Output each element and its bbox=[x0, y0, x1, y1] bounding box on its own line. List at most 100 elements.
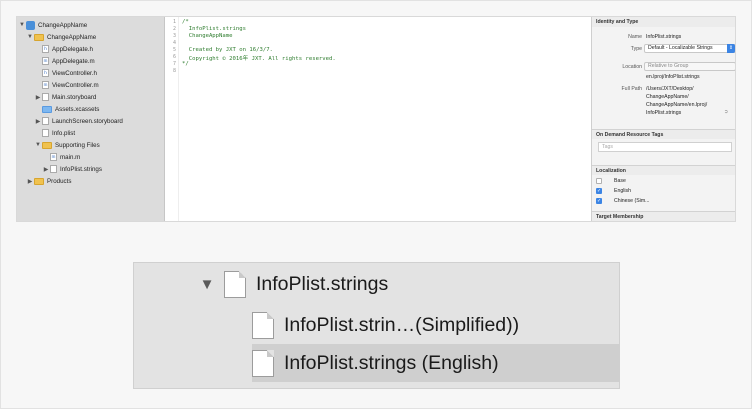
source-editor[interactable]: 1 2 3 4 5 6 7 8 /* InfoPlist.strings Cha… bbox=[165, 17, 591, 221]
nav-item-project[interactable]: ▼ ChangeAppName bbox=[19, 19, 87, 31]
localization-label: Chinese (Sim... bbox=[614, 198, 650, 204]
nav-item-file[interactable]: ▶ Main.storyboard bbox=[35, 91, 96, 103]
fullpath-line: /Users/JXT/Desktop/ bbox=[646, 86, 694, 92]
plist-icon bbox=[42, 129, 49, 137]
nav-item-label: ViewController.m bbox=[52, 81, 99, 89]
disclosure-open-icon[interactable]: ▼ bbox=[19, 22, 25, 28]
line-number: 2 bbox=[172, 26, 176, 32]
chevron-updown-icon: ⇕ bbox=[727, 44, 735, 53]
zoomed-parent-row[interactable]: ▼ InfoPlist.strings bbox=[196, 265, 388, 303]
localization-label: English bbox=[614, 188, 632, 194]
project-icon bbox=[26, 20, 35, 30]
type-select[interactable]: Default - Localizable Strings ⇕ bbox=[644, 44, 735, 53]
location-path: en.lproj/InfoPlist.strings bbox=[646, 74, 700, 80]
line-number: 4 bbox=[172, 40, 176, 46]
section-header-identity: Identity and Type bbox=[592, 17, 735, 27]
nav-item-group[interactable]: ▶ Products bbox=[27, 175, 71, 187]
fullpath-label: Full Path bbox=[621, 86, 642, 92]
section-header-odr: On Demand Resource Tags bbox=[592, 129, 735, 139]
checkbox-chinese[interactable]: ✓ bbox=[596, 198, 602, 204]
fullpath-line: ChangeAppName/en.lproj/ bbox=[646, 102, 708, 108]
folder-icon bbox=[34, 33, 44, 41]
storyboard-icon bbox=[42, 117, 49, 125]
assets-icon bbox=[42, 105, 52, 113]
line-number: 3 bbox=[172, 33, 176, 39]
document-icon bbox=[252, 311, 274, 339]
source-file-icon: m bbox=[42, 81, 49, 89]
type-label: Type bbox=[630, 46, 642, 52]
disclosure-open-icon[interactable]: ▼ bbox=[35, 142, 41, 148]
document-icon bbox=[224, 270, 246, 298]
source-file-icon: m bbox=[42, 57, 49, 65]
zoomed-parent-label: InfoPlist.strings bbox=[256, 272, 389, 295]
nav-item-label: ChangeAppName bbox=[38, 21, 88, 29]
code-line: Copyright © 2016年 JXT. All rights reserv… bbox=[182, 56, 336, 62]
location-select-value: Relative to Group bbox=[648, 63, 689, 69]
disclosure-closed-icon[interactable]: ▶ bbox=[27, 178, 33, 185]
nav-item-label: Main.storyboard bbox=[52, 93, 97, 101]
line-number: 5 bbox=[172, 47, 176, 53]
line-number: 1 bbox=[172, 19, 176, 25]
nav-item-file[interactable]: m ViewController.m bbox=[41, 79, 99, 91]
zoomed-child-row-selected[interactable]: InfoPlist.strings (English) bbox=[252, 344, 620, 382]
disclosure-closed-icon[interactable]: ▶ bbox=[35, 94, 41, 101]
nav-item-file[interactable]: ▶ InfoPlist.strings bbox=[43, 163, 102, 175]
checkbox-english[interactable]: ✓ bbox=[596, 188, 602, 194]
zoomed-child-row[interactable]: InfoPlist.strin…(Simplified)) bbox=[252, 306, 519, 344]
code-line: ChangeAppName bbox=[182, 33, 233, 39]
strings-file-icon bbox=[50, 165, 57, 173]
nav-item-group[interactable]: ▼ ChangeAppName bbox=[27, 31, 96, 43]
location-label: Location bbox=[622, 64, 642, 70]
checkbox-base[interactable] bbox=[596, 178, 602, 184]
zoomed-child-label: InfoPlist.strin…(Simplified)) bbox=[284, 313, 520, 336]
nav-item-label: Supporting Files bbox=[55, 141, 100, 149]
nav-item-file[interactable]: h ViewController.h bbox=[41, 67, 97, 79]
code-line: */ bbox=[182, 61, 189, 67]
type-select-value: Default - Localizable Strings bbox=[648, 45, 713, 51]
code-line: /* bbox=[182, 19, 189, 25]
nav-item-label: ChangeAppName bbox=[47, 33, 97, 41]
nav-item-label: Assets.xcassets bbox=[55, 105, 100, 113]
zoomed-child-label: InfoPlist.strings (English) bbox=[284, 351, 499, 374]
nav-item-label: Info.plist bbox=[52, 129, 76, 137]
nav-item-label: AppDelegate.m bbox=[52, 57, 95, 65]
name-label: Name bbox=[628, 34, 642, 40]
line-number-gutter: 1 2 3 4 5 6 7 8 bbox=[165, 17, 179, 221]
nav-item-file[interactable]: h AppDelegate.h bbox=[41, 43, 93, 55]
disclosure-closed-icon[interactable]: ▶ bbox=[35, 118, 41, 125]
source-file-icon: m bbox=[50, 153, 57, 161]
line-number: 7 bbox=[172, 61, 176, 67]
disclosure-closed-icon[interactable]: ▶ bbox=[43, 166, 49, 173]
disclosure-open-icon[interactable]: ▼ bbox=[196, 276, 218, 293]
nav-item-file[interactable]: Assets.xcassets bbox=[41, 103, 99, 115]
disclosure-open-icon[interactable]: ▼ bbox=[27, 34, 33, 40]
line-number: 6 bbox=[172, 54, 176, 60]
code-line: Created by JXT on 16/3/7. bbox=[182, 47, 273, 53]
nav-item-label: main.m bbox=[60, 153, 81, 161]
section-header-target: Target Membership bbox=[592, 211, 735, 221]
folder-icon bbox=[42, 141, 52, 149]
nav-item-file[interactable]: ▶ LaunchScreen.storyboard bbox=[35, 115, 123, 127]
zoomed-file-tree: ▼ InfoPlist.strings InfoPlist.strin…(Sim… bbox=[133, 262, 620, 389]
fullpath-line: ChangeAppName/ bbox=[646, 94, 689, 100]
name-value[interactable]: InfoPlist.strings bbox=[646, 34, 681, 40]
location-select[interactable]: Relative to Group bbox=[644, 62, 735, 71]
folder-icon bbox=[34, 177, 44, 185]
reveal-arrow-icon[interactable]: ➲ bbox=[724, 109, 728, 115]
nav-item-label: Products bbox=[47, 177, 72, 185]
section-header-localization: Localization bbox=[592, 165, 735, 175]
project-navigator: ▼ ChangeAppName ▼ ChangeAppName h AppDel… bbox=[17, 17, 165, 221]
fullpath-line: InfoPlist.strings bbox=[646, 110, 682, 116]
nav-item-file[interactable]: Info.plist bbox=[41, 127, 75, 139]
code-line: InfoPlist.strings bbox=[182, 26, 246, 32]
header-file-icon: h bbox=[42, 69, 49, 77]
nav-item-file[interactable]: m AppDelegate.m bbox=[41, 55, 95, 67]
nav-item-group[interactable]: ▼ Supporting Files bbox=[35, 139, 100, 151]
document-icon bbox=[252, 349, 274, 377]
localization-label: Base bbox=[614, 178, 626, 184]
nav-item-label: InfoPlist.strings bbox=[60, 165, 102, 173]
line-number: 8 bbox=[172, 68, 176, 74]
nav-item-file[interactable]: m main.m bbox=[49, 151, 80, 163]
nav-item-label: AppDelegate.h bbox=[52, 45, 93, 53]
tags-input[interactable]: Tags bbox=[598, 142, 732, 152]
